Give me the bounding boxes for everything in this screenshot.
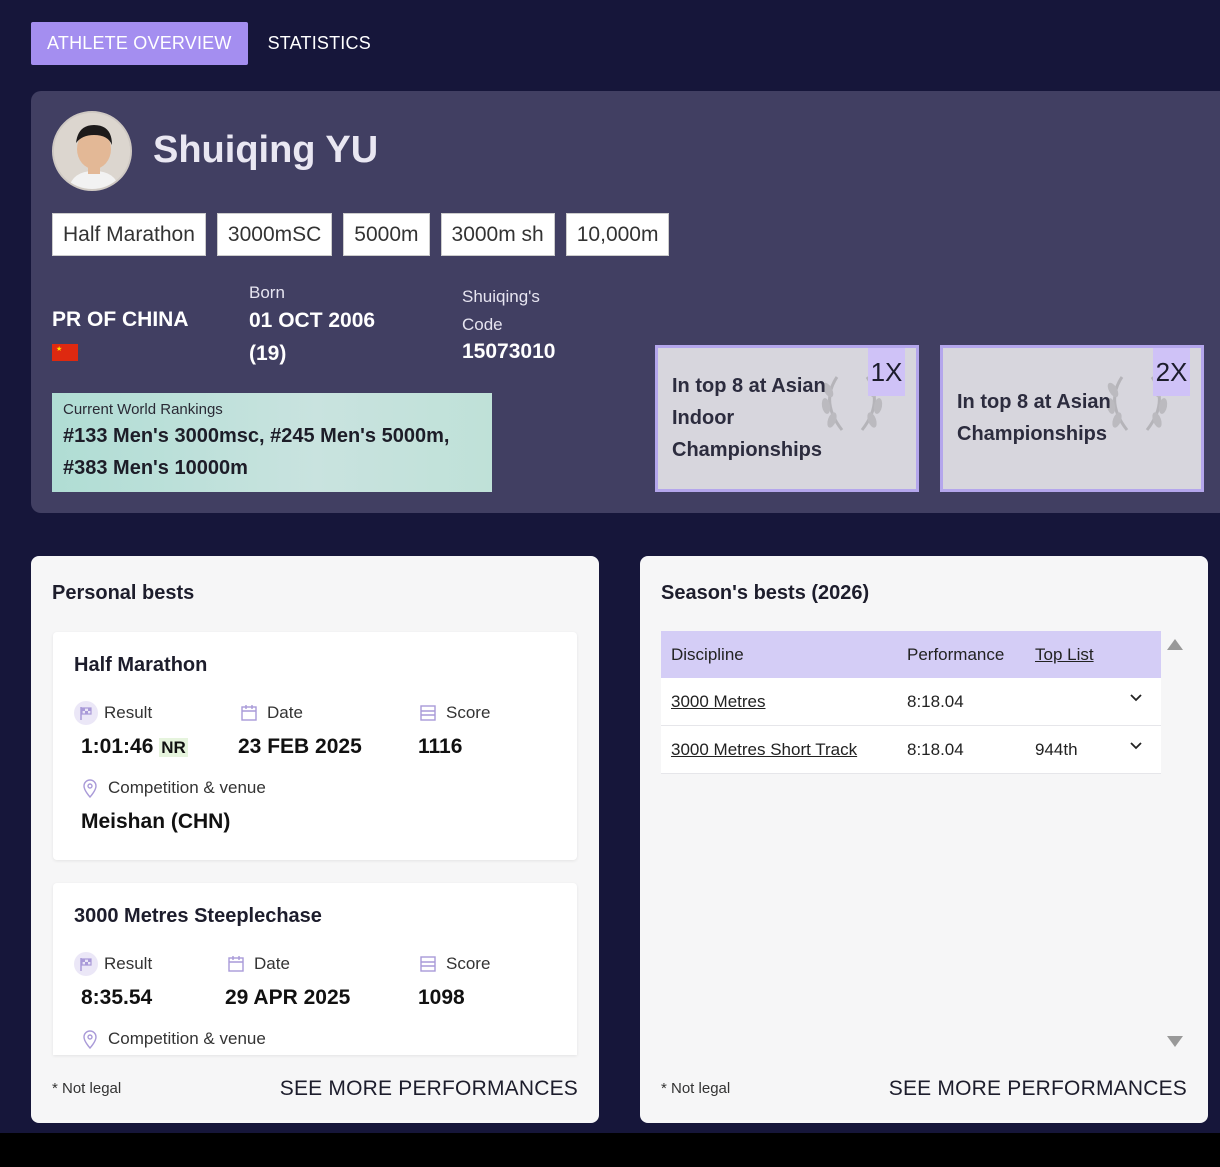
- not-legal-note: * Not legal: [52, 1080, 122, 1097]
- athlete-age: (19): [249, 342, 287, 365]
- score-value: 1098: [418, 986, 465, 1009]
- athlete-name: Shuiqing YU: [153, 129, 379, 171]
- discipline-tag[interactable]: 5000m: [343, 213, 430, 256]
- season-bests-title: Season's bests (2026): [661, 582, 870, 604]
- avatar-photo: [54, 113, 130, 189]
- table-row[interactable]: 3000 Metres Short Track 8:18.04 944th: [661, 726, 1161, 774]
- pb-discipline: 3000 Metres Steeplechase: [74, 905, 322, 927]
- born-date: 01 OCT 2006: [249, 309, 376, 332]
- honour-text: In top 8 at Asian Championships: [957, 391, 1111, 445]
- honour-count-badge: 1X: [868, 348, 905, 396]
- chevron-down-icon[interactable]: [1129, 738, 1143, 758]
- discipline-tag[interactable]: 3000mSC: [216, 213, 333, 256]
- score-sheet-icon: [416, 701, 440, 725]
- calendar-icon: [237, 701, 261, 725]
- honour-card[interactable]: In top 8 at Asian Indoor Championships 1…: [655, 345, 919, 492]
- country-name: PR OF CHINA: [52, 308, 189, 331]
- scroll-up-arrow-icon[interactable]: [1167, 639, 1183, 650]
- see-more-performances-link[interactable]: SEE MORE PERFORMANCES: [280, 1077, 578, 1101]
- world-rankings-box: Current World Rankings #133 Men's 3000ms…: [52, 393, 492, 492]
- column-header-discipline: Discipline: [671, 644, 744, 664]
- checkered-flag-icon: [74, 952, 98, 976]
- athlete-code: 15073010: [462, 340, 556, 363]
- china-flag-icon: ★: [52, 344, 78, 361]
- score-label: Score: [416, 701, 490, 725]
- result-label: Result: [74, 952, 152, 976]
- born-label: Born: [249, 283, 285, 302]
- not-legal-note: * Not legal: [661, 1080, 731, 1097]
- date-value: 29 APR 2025: [225, 986, 351, 1009]
- result-label-text: Result: [104, 954, 153, 973]
- top-list-value: 944th: [1035, 739, 1078, 759]
- date-label-text: Date: [267, 703, 303, 722]
- date-label-text: Date: [254, 954, 290, 973]
- national-record-badge: NR: [159, 738, 188, 757]
- athlete-code-label: Shuiqing's Code: [462, 287, 540, 334]
- world-rankings-text: #133 Men's 3000msc, #245 Men's 5000m, #3…: [63, 425, 450, 479]
- date-value: 23 FEB 2025: [238, 735, 362, 758]
- discipline-link[interactable]: 3000 Metres: [671, 692, 766, 712]
- result-value: 1:01:46 NR: [81, 735, 188, 759]
- bottom-bar: [0, 1133, 1220, 1167]
- discipline-tag[interactable]: Half Marathon: [52, 213, 206, 256]
- world-rankings-label: Current World Rankings: [63, 401, 223, 418]
- venue-label-text: Competition & venue: [108, 1029, 266, 1048]
- personal-bests-title: Personal bests: [52, 582, 195, 604]
- avatar: [52, 111, 132, 191]
- column-header-performance: Performance: [907, 644, 1005, 664]
- result-label-text: Result: [104, 703, 153, 722]
- discipline-tag[interactable]: 3000m sh: [440, 213, 555, 256]
- discipline-tags: Half Marathon 3000mSC 5000m 3000m sh 10,…: [52, 213, 670, 256]
- venue-label: Competition & venue: [78, 1027, 266, 1051]
- table-row[interactable]: 3000 Metres 8:18.04: [661, 678, 1161, 726]
- score-label-text: Score: [446, 703, 491, 722]
- performance-value: 8:18.04: [907, 691, 964, 711]
- result-time: 1:01:46: [81, 735, 154, 758]
- checkered-flag-icon: [74, 701, 98, 725]
- column-header-top-list[interactable]: Top List: [1035, 645, 1094, 665]
- personal-bests-card: Personal bests Half Marathon Result 1:01…: [31, 556, 599, 1123]
- pb-item: 3000 Metres Steeplechase Result 8:35.54 …: [53, 883, 577, 1055]
- venue-label: Competition & venue: [78, 776, 266, 800]
- performance-value: 8:18.04: [907, 739, 964, 759]
- see-more-performances-link[interactable]: SEE MORE PERFORMANCES: [889, 1077, 1187, 1101]
- tab-bar: ATHLETE OVERVIEW STATISTICS: [31, 22, 387, 65]
- date-label: Date: [224, 952, 290, 976]
- tab-athlete-overview[interactable]: ATHLETE OVERVIEW: [31, 22, 248, 65]
- discipline-tag[interactable]: 10,000m: [565, 213, 670, 256]
- score-value: 1116: [418, 735, 463, 758]
- honour-count-badge: 2X: [1153, 348, 1190, 396]
- season-bests-table: Discipline Performance Top List 3000 Met…: [661, 631, 1161, 774]
- location-pin-icon: [78, 776, 102, 800]
- pb-discipline: Half Marathon: [74, 654, 208, 676]
- table-header: Discipline Performance Top List: [661, 631, 1161, 678]
- chevron-down-icon[interactable]: [1129, 690, 1143, 710]
- date-label: Date: [237, 701, 303, 725]
- season-bests-card: Season's bests (2026) Discipline Perform…: [640, 556, 1208, 1123]
- score-label-text: Score: [446, 954, 491, 973]
- location-pin-icon: [78, 1027, 102, 1051]
- venue-value: Meishan (CHN): [81, 810, 231, 833]
- score-label: Score: [416, 952, 490, 976]
- tab-statistics[interactable]: STATISTICS: [252, 22, 387, 65]
- score-sheet-icon: [416, 952, 440, 976]
- calendar-icon: [224, 952, 248, 976]
- result-value: 8:35.54: [81, 986, 153, 1009]
- venue-label-text: Competition & venue: [108, 778, 266, 797]
- honour-card[interactable]: In top 8 at Asian Championships 2X: [940, 345, 1204, 492]
- discipline-link[interactable]: 3000 Metres Short Track: [671, 740, 857, 760]
- athlete-header: Shuiqing YU Half Marathon 3000mSC 5000m …: [31, 91, 1220, 513]
- honour-text: In top 8 at Asian Indoor Championships: [672, 375, 826, 461]
- scroll-down-arrow-icon[interactable]: [1167, 1036, 1183, 1047]
- result-label: Result: [74, 701, 152, 725]
- pb-item: Half Marathon Result 1:01:46 NR Date 23 …: [53, 632, 577, 860]
